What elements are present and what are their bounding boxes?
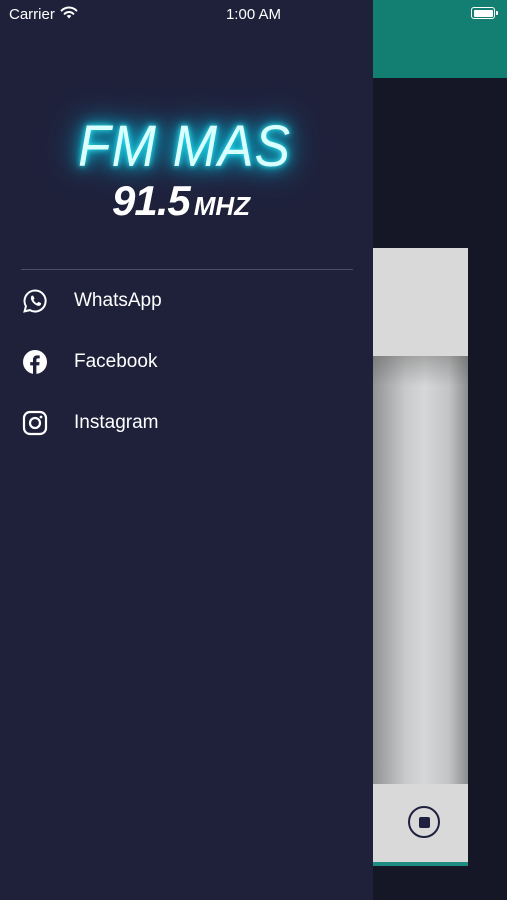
whatsapp-icon [21, 287, 49, 315]
logo-frequency-unit: MHZ [193, 191, 251, 221]
menu-item-label: Facebook [74, 351, 158, 372]
logo-frequency: 91.5 MHZ [112, 177, 250, 225]
menu-item-label: WhatsApp [74, 290, 162, 311]
status-bar: Carrier 1:00 AM [0, 0, 507, 30]
instagram-icon [21, 409, 49, 437]
logo-frequency-number: 91.5 [112, 177, 191, 224]
station-artwork [372, 356, 468, 784]
menu-item-whatsapp[interactable]: WhatsApp [0, 271, 373, 331]
facebook-icon [21, 348, 49, 376]
side-drawer: FM MAS 91.5 MHZ WhatsApp Facebook Instag… [0, 0, 373, 900]
stop-icon [418, 816, 430, 828]
menu-item-facebook[interactable]: Facebook [0, 332, 373, 392]
logo-title: FM MAS [78, 114, 292, 179]
station-card-header [372, 248, 468, 356]
stop-button[interactable] [408, 806, 440, 838]
station-logo: FM MAS 91.5 MHZ [70, 105, 290, 235]
status-time: 1:00 AM [225, 6, 282, 23]
menu-item-label: Instagram [74, 412, 159, 433]
player-progress [372, 862, 468, 866]
drawer-divider [21, 269, 353, 270]
menu-item-instagram[interactable]: Instagram [0, 393, 373, 453]
battery-icon [471, 7, 498, 19]
